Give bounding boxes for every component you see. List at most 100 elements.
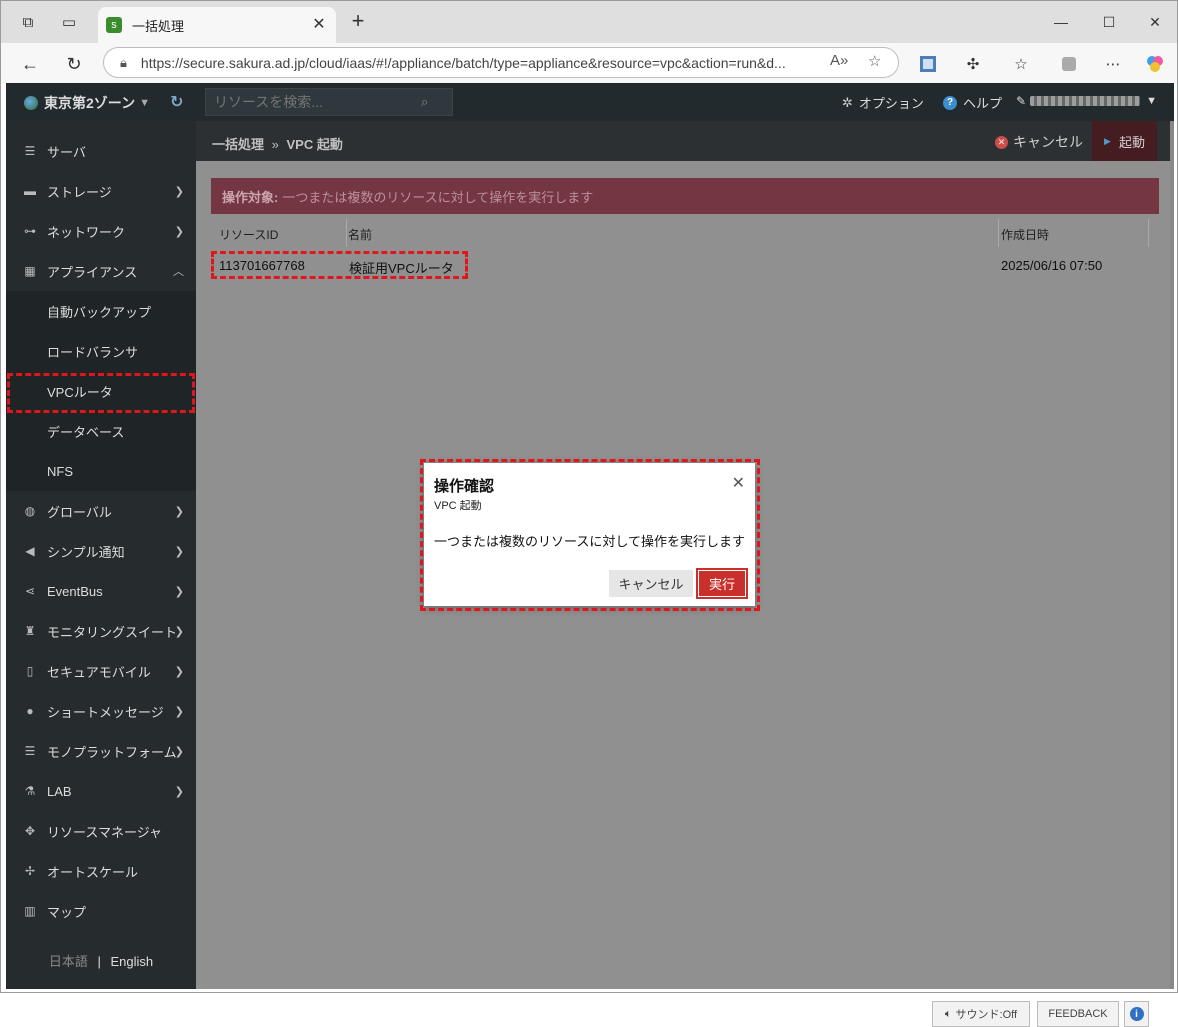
favorite-star-icon[interactable]: ☆ bbox=[868, 52, 881, 70]
browser-window: ⧉ ▭ s 一括処理 ✕ + — ☐ ✕ ← ↻ 🔒︎ https://secu… bbox=[0, 0, 1178, 1027]
read-aloud-icon[interactable]: A» bbox=[830, 52, 848, 69]
caret-down-icon: ▼ bbox=[1146, 95, 1157, 107]
sidebar-item-eventbus[interactable]: ⋖ EventBus ❯ bbox=[6, 571, 196, 611]
chevron-down-icon: ❯ bbox=[174, 585, 184, 598]
tab-bar: ⧉ ▭ s 一括処理 ✕ + — ☐ ✕ bbox=[1, 1, 1177, 43]
flask-icon: ⚗ bbox=[24, 784, 36, 798]
user-menu[interactable]: ✎ ▼ bbox=[1016, 94, 1157, 108]
search-input[interactable] bbox=[206, 94, 421, 110]
help-icon: ? bbox=[943, 95, 957, 110]
sidebar-item-label: ネットワーク bbox=[47, 224, 126, 240]
top-navigation: 東京第2ゾーン ▼ ↻ ⌕ ✲ オプション ? ヘルプ ✎ ▼ bbox=[6, 83, 1174, 121]
lang-en[interactable]: English bbox=[111, 954, 154, 969]
sidebar-sub-database[interactable]: データベース bbox=[6, 411, 196, 451]
chevron-down-icon: ❯ bbox=[174, 625, 184, 638]
speaker-icon: 🔈︎ bbox=[944, 1007, 952, 1020]
sidebar-item-simple-notify[interactable]: ◀ シンプル通知 ❯ bbox=[6, 531, 196, 571]
sidebar-sub-auto-backup[interactable]: 自動バックアップ bbox=[6, 291, 196, 331]
help-label: ヘルプ bbox=[963, 96, 1003, 111]
arrows-icon: ✢ bbox=[24, 864, 36, 878]
globe-icon bbox=[24, 96, 38, 110]
scrollbar[interactable] bbox=[1170, 121, 1174, 989]
sakura-cloud-app: 東京第2ゾーン ▼ ↻ ⌕ ✲ オプション ? ヘルプ ✎ ▼ bbox=[6, 83, 1174, 1027]
chevron-down-icon: ❯ bbox=[174, 705, 184, 718]
chevron-down-icon: ❯ bbox=[174, 185, 184, 198]
binoculars-icon: ♜ bbox=[24, 624, 36, 638]
sidebar-item-label: リソースマネージャ bbox=[47, 824, 163, 840]
resource-search[interactable]: ⌕ bbox=[205, 88, 453, 116]
profile-avatar-icon[interactable] bbox=[1057, 52, 1081, 76]
extensions-puzzle-icon[interactable]: ✣ bbox=[961, 52, 985, 76]
back-icon[interactable]: ← bbox=[17, 51, 43, 77]
sidebar-item-appliance[interactable]: ▦ アプライアンス ︿ bbox=[6, 251, 196, 291]
tab-actions-icon[interactable]: ▭ bbox=[57, 10, 81, 34]
sidebar-item-network[interactable]: ⊶ ネットワーク ❯ bbox=[6, 211, 196, 251]
url-field[interactable]: 🔒︎ https://secure.sakura.ad.jp/cloud/iaa… bbox=[103, 47, 899, 78]
copilot-icon[interactable] bbox=[1143, 52, 1167, 76]
sidebar-item-short-message[interactable]: ● ショートメッセージ ❯ bbox=[6, 691, 196, 731]
chevron-down-icon: ❯ bbox=[174, 665, 184, 678]
sidebar-item-resource-manager[interactable]: ✥ リソースマネージャ bbox=[6, 811, 196, 851]
user-name-redacted bbox=[1030, 96, 1141, 106]
sidebar-item-label: モニタリングスイート bbox=[47, 624, 178, 640]
network-icon: ⊶ bbox=[24, 224, 36, 238]
sidebar-item-global[interactable]: ◍ グローバル ❯ bbox=[6, 491, 196, 531]
sidebar-item-label: モノプラットフォーム bbox=[47, 744, 177, 760]
sidebar-item-label: サーバ bbox=[47, 144, 86, 160]
sidebar-item-label: セキュアモバイル bbox=[47, 664, 151, 680]
sidebar-item-secure-mobile[interactable]: ▯ セキュアモバイル ❯ bbox=[6, 651, 196, 691]
feedback-button[interactable]: FEEDBACK bbox=[1037, 1001, 1119, 1027]
sidebar-item-label: EventBus bbox=[47, 583, 103, 599]
chevron-down-icon: ❯ bbox=[174, 785, 184, 798]
workspaces-icon[interactable]: ⧉ bbox=[16, 10, 40, 34]
help-link[interactable]: ? ヘルプ bbox=[943, 93, 1002, 112]
extension-icon[interactable] bbox=[916, 52, 940, 76]
tab-title: 一括処理 bbox=[132, 18, 185, 34]
sidebar-sub-nfs[interactable]: NFS bbox=[6, 451, 196, 491]
info-button[interactable]: i bbox=[1124, 1001, 1149, 1027]
sidebar-item-mono-platform[interactable]: ☰ モノプラットフォーム ❯ bbox=[6, 731, 196, 771]
close-window-icon[interactable]: ✕ bbox=[1135, 9, 1175, 35]
more-menu-icon[interactable]: ⋯ bbox=[1101, 52, 1125, 76]
sidebar-item-label: ストレージ bbox=[47, 184, 112, 200]
sidebar-sub-load-balancer[interactable]: ロードバランサ bbox=[6, 331, 196, 371]
zone-label: 東京第2ゾーン bbox=[44, 95, 136, 111]
new-tab-icon[interactable]: + bbox=[346, 10, 370, 34]
language-switcher: 日本語 | English bbox=[6, 951, 196, 970]
highlight-vpc-router-menu bbox=[7, 373, 195, 413]
storage-icon: ▬ bbox=[24, 184, 36, 198]
chevron-down-icon: ❯ bbox=[174, 545, 184, 558]
sidebar-item-autoscale[interactable]: ✢ オートスケール bbox=[6, 851, 196, 891]
sidebar-item-lab[interactable]: ⚗ LAB ❯ bbox=[6, 771, 196, 811]
lang-ja[interactable]: 日本語 bbox=[49, 954, 88, 969]
url-text: https://secure.sakura.ad.jp/cloud/iaas/#… bbox=[140, 54, 786, 71]
refresh-icon[interactable]: ↻ bbox=[170, 92, 183, 112]
sidebar-item-label: シンプル通知 bbox=[47, 544, 125, 560]
favorites-icon[interactable]: ☆ bbox=[1009, 52, 1033, 76]
sakura-favicon-icon: s bbox=[106, 17, 122, 33]
sidebar-item-label: オートスケール bbox=[47, 864, 139, 880]
sidebar-item-server[interactable]: ☰ サーバ bbox=[6, 131, 196, 171]
sidebar-item-label: グローバル bbox=[47, 504, 112, 520]
mobile-icon: ▯ bbox=[26, 664, 34, 678]
minimize-icon[interactable]: — bbox=[1041, 9, 1081, 35]
sidebar-item-storage[interactable]: ▬ ストレージ ❯ bbox=[6, 171, 196, 211]
sound-toggle[interactable]: 🔈︎ サウンド:Off bbox=[932, 1001, 1030, 1027]
chevron-up-icon: ︿ bbox=[173, 266, 184, 278]
sidebar-item-map[interactable]: ▥ マップ bbox=[6, 891, 196, 931]
reload-icon[interactable]: ↻ bbox=[61, 51, 87, 77]
zone-selector[interactable]: 東京第2ゾーン ▼ bbox=[24, 93, 150, 113]
gear-icon: ✲ bbox=[842, 94, 853, 110]
close-tab-icon[interactable]: ✕ bbox=[310, 16, 328, 34]
maximize-icon[interactable]: ☐ bbox=[1089, 9, 1129, 35]
chevron-down-icon: ❯ bbox=[174, 505, 184, 518]
sidebar-item-label: マップ bbox=[47, 904, 87, 920]
megaphone-icon: ◀ bbox=[25, 544, 35, 558]
lang-separator: | bbox=[97, 954, 101, 969]
globe-icon: ◍ bbox=[24, 504, 36, 518]
sidebar-item-monitoring[interactable]: ♜ モニタリングスイート ❯ bbox=[6, 611, 196, 651]
browser-tab[interactable]: s 一括処理 ✕ bbox=[98, 7, 336, 43]
option-link[interactable]: ✲ オプション bbox=[842, 93, 924, 112]
option-label: オプション bbox=[858, 96, 924, 111]
sidebar: ☰ サーバ ▬ ストレージ ❯ ⊶ ネットワーク ❯ ▦ アプライアンス ︿ 自… bbox=[6, 121, 196, 989]
